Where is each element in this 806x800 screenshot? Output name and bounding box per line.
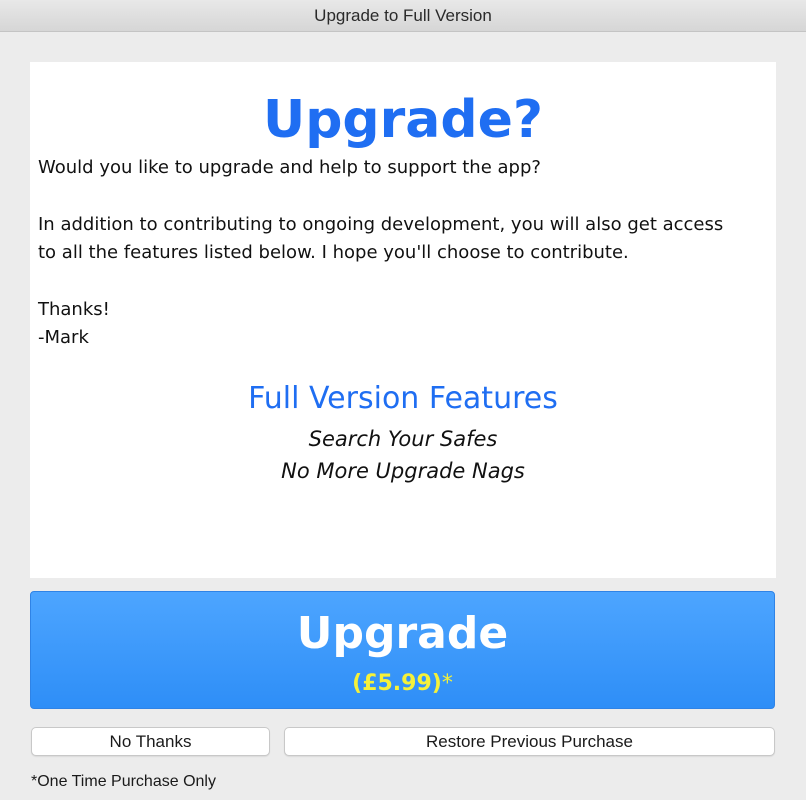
upgrade-heading: Upgrade? (262, 90, 544, 150)
upgrade-button[interactable]: Upgrade (£5.99)* (30, 591, 775, 709)
upgrade-button-label: Upgrade (296, 608, 509, 659)
price-asterisk: * (441, 671, 453, 696)
one-time-purchase-note: *One Time Purchase Only (31, 773, 216, 790)
intro-text: Would you like to upgrade and help to su… (38, 157, 541, 178)
details-line-2: to all the features listed below. I hope… (38, 242, 629, 263)
restore-purchase-button[interactable]: Restore Previous Purchase (284, 727, 775, 756)
feature-item: Search Your Safes (308, 427, 498, 451)
details-line-1: In addition to contributing to ongoing d… (38, 214, 724, 235)
window-title: Upgrade to Full Version (314, 5, 492, 25)
upgrade-message-panel: Upgrade? Would you like to upgrade and h… (30, 62, 776, 578)
intro-paragraph: Would you like to upgrade and help to su… (38, 154, 768, 182)
no-thanks-button[interactable]: No Thanks (31, 727, 270, 756)
signoff: Thanks! -Mark (38, 296, 768, 352)
window-titlebar: Upgrade to Full Version (0, 0, 806, 32)
price-label: (£5.99) (352, 671, 442, 696)
signoff-thanks: Thanks! (38, 299, 110, 320)
price-line: (£5.99)* (31, 670, 774, 698)
feature-item: No More Upgrade Nags (281, 459, 525, 483)
signoff-name: -Mark (38, 327, 89, 348)
features-title: Full Version Features (248, 381, 558, 416)
details-paragraph: In addition to contributing to ongoing d… (38, 211, 768, 267)
